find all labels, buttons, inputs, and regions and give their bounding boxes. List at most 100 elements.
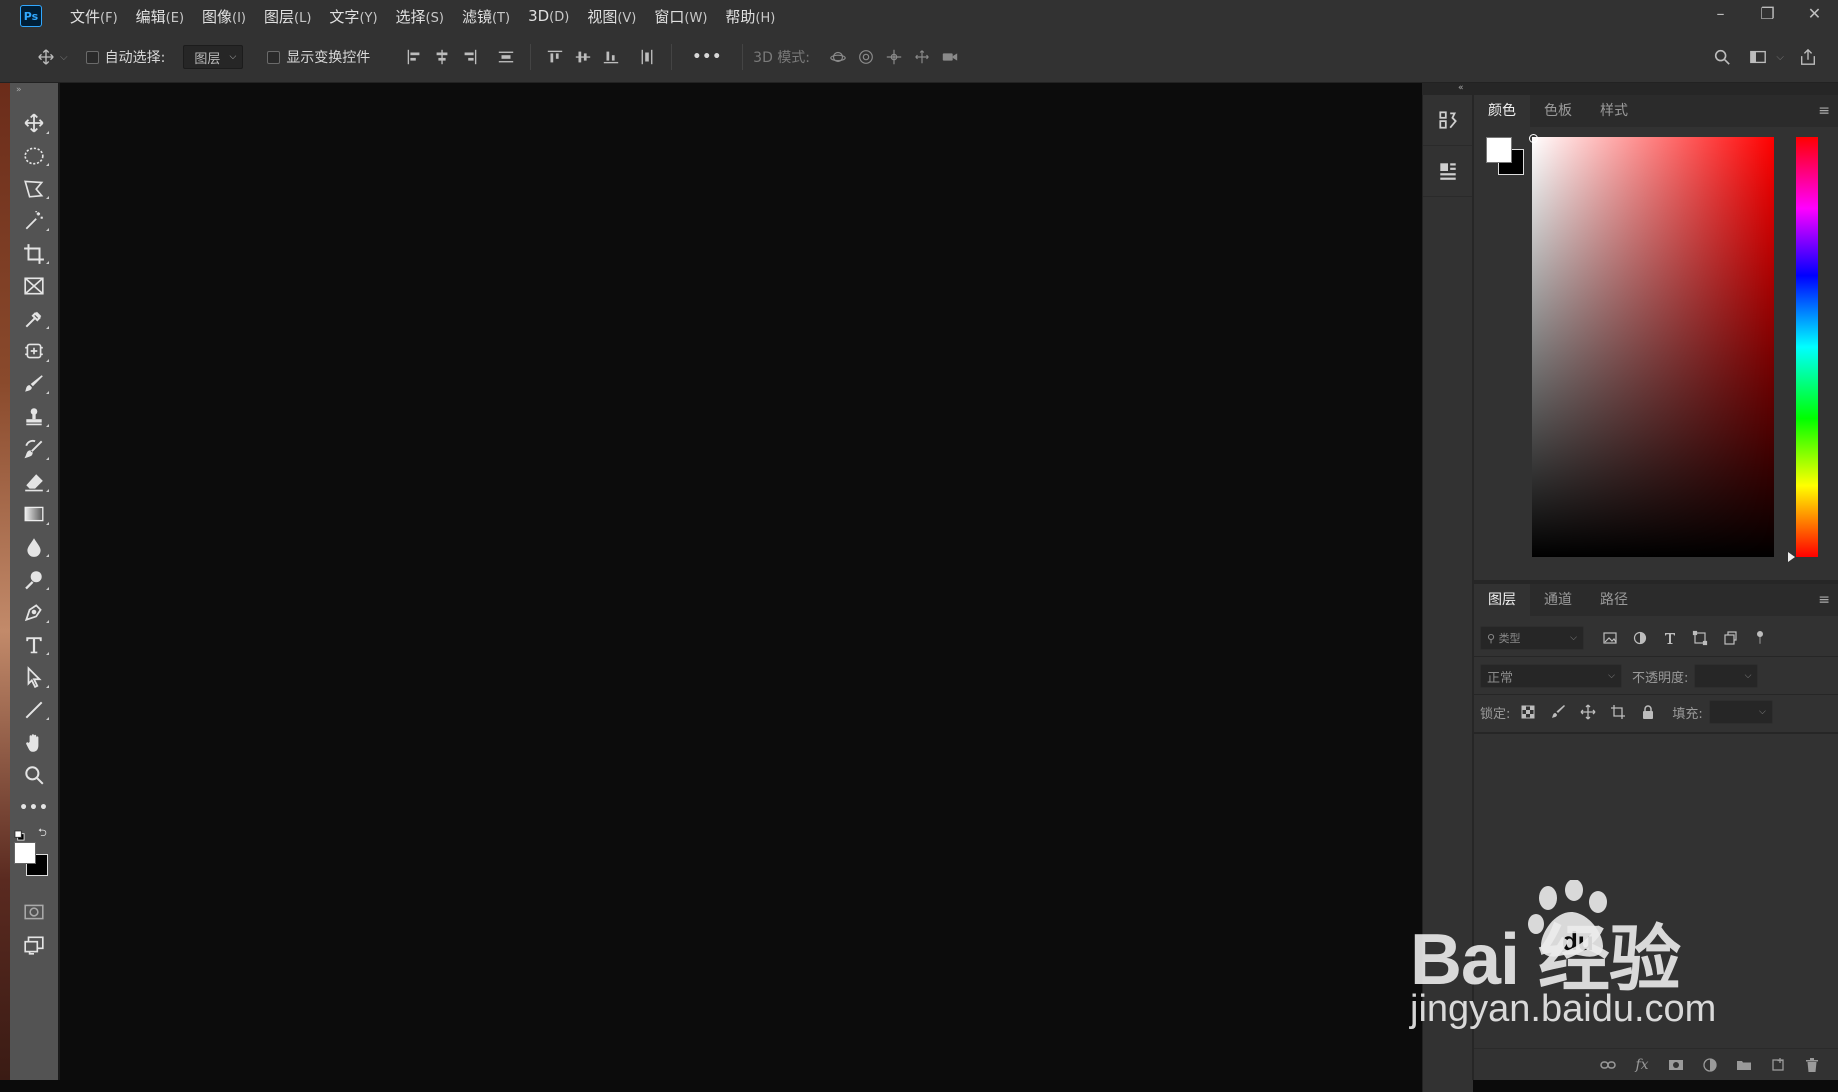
menu-filter[interactable]: 滤镜(T) (462, 6, 510, 27)
restore-button[interactable]: ❐ (1744, 0, 1791, 26)
preset-dropdown-chevron-icon[interactable]: ⌵ (60, 52, 68, 63)
3d-pan-icon[interactable] (880, 43, 908, 71)
clone-stamp-tool-icon[interactable] (10, 400, 58, 433)
align-right-icon[interactable] (456, 43, 484, 71)
more-options-icon[interactable]: ••• (692, 49, 722, 65)
filter-adjustment-icon[interactable] (1628, 626, 1652, 650)
menu-layer[interactable]: 图层(L) (264, 6, 311, 27)
menu-image[interactable]: 图像(I) (202, 6, 246, 27)
eyedropper-tool-icon[interactable] (10, 303, 58, 336)
properties-panel-icon[interactable] (1423, 146, 1473, 197)
menu-select[interactable]: 选择(S) (396, 6, 444, 27)
align-top-icon[interactable] (541, 43, 569, 71)
quick-mask-icon[interactable] (10, 896, 58, 929)
line-tool-icon[interactable] (10, 694, 58, 727)
tab-color[interactable]: 颜色 (1474, 95, 1530, 127)
color-picker-marker[interactable] (1529, 134, 1538, 143)
hand-tool-icon[interactable] (10, 726, 58, 759)
search-icon[interactable] (1708, 43, 1736, 71)
lock-position-icon[interactable] (1576, 700, 1600, 724)
magic-wand-tool-icon[interactable] (10, 205, 58, 238)
menu-edit[interactable]: 编辑(E) (136, 6, 184, 27)
filter-toggle-icon[interactable] (1748, 626, 1772, 650)
collapse-dock-icon[interactable]: « (1458, 83, 1464, 93)
saturation-brightness-field[interactable] (1529, 134, 1774, 557)
swap-colors-icon[interactable]: ⮌ (38, 824, 47, 843)
polygonal-lasso-tool-icon[interactable] (10, 172, 58, 205)
distribute-vertical-icon[interactable] (492, 43, 520, 71)
move-tool-icon[interactable] (10, 107, 58, 140)
edit-toolbar-icon[interactable]: ••• (10, 791, 58, 824)
auto-select-checkbox[interactable] (85, 50, 99, 64)
history-brush-tool-icon[interactable] (10, 433, 58, 466)
tab-channels[interactable]: 通道 (1530, 584, 1586, 616)
menu-view[interactable]: 视图(V) (587, 6, 636, 27)
show-transform-checkbox[interactable] (267, 50, 281, 64)
align-horizontal-center-icon[interactable] (428, 43, 456, 71)
crop-tool-icon[interactable] (10, 237, 58, 270)
menu-3d[interactable]: 3D(D) (528, 7, 569, 25)
3d-slide-icon[interactable] (908, 43, 936, 71)
auto-select-dropdown[interactable]: 图层 ⌵ (183, 45, 244, 69)
type-tool-icon[interactable] (10, 629, 58, 662)
move-tool-preset-icon[interactable] (32, 43, 60, 71)
blur-tool-icon[interactable] (10, 531, 58, 564)
history-panel-icon[interactable] (1423, 95, 1473, 146)
share-icon[interactable] (1794, 43, 1822, 71)
align-vertical-center-icon[interactable] (569, 43, 597, 71)
add-mask-icon[interactable] (1664, 1053, 1688, 1077)
new-group-icon[interactable] (1732, 1053, 1756, 1077)
panel-menu-icon[interactable]: ≡ (1818, 592, 1830, 608)
healing-brush-tool-icon[interactable] (10, 335, 58, 368)
document-canvas-area[interactable] (58, 83, 1424, 1080)
dodge-tool-icon[interactable] (10, 563, 58, 596)
panel-foreground-swatch[interactable] (1486, 137, 1512, 163)
layer-filter-dropdown[interactable]: ⚲ 类型 ⌵ (1480, 626, 1584, 650)
lock-transparent-pixels-icon[interactable] (1516, 700, 1540, 724)
foreground-color-swatch[interactable] (14, 842, 36, 865)
filter-pixel-icon[interactable] (1598, 626, 1622, 650)
default-colors-icon[interactable] (14, 826, 25, 841)
new-layer-icon[interactable] (1766, 1053, 1790, 1077)
filter-shape-icon[interactable] (1688, 626, 1712, 650)
3d-orbit-icon[interactable] (824, 43, 852, 71)
hue-slider[interactable] (1796, 137, 1818, 557)
menu-window[interactable]: 窗口(W) (654, 6, 707, 27)
menu-file[interactable]: 文件(F) (70, 6, 118, 27)
workspace-icon[interactable] (1744, 43, 1772, 71)
workspace-chevron-icon[interactable]: ⌵ (1776, 52, 1784, 63)
layer-style-fx-icon[interactable]: fx (1630, 1053, 1654, 1077)
tab-swatches[interactable]: 色板 (1530, 95, 1586, 127)
pen-tool-icon[interactable] (10, 596, 58, 629)
tab-paths[interactable]: 路径 (1586, 584, 1642, 616)
hue-slider-handle[interactable] (1788, 552, 1795, 562)
close-button[interactable]: ✕ (1791, 0, 1838, 26)
lock-all-icon[interactable] (1636, 700, 1660, 724)
menu-help[interactable]: 帮助(H) (725, 6, 775, 27)
collapse-toolbar-icon[interactable]: » (10, 83, 58, 97)
layers-list[interactable] (1474, 734, 1838, 1080)
blend-mode-dropdown[interactable]: 正常 ⌵ (1480, 664, 1622, 688)
lock-image-pixels-icon[interactable] (1546, 700, 1570, 724)
gradient-tool-icon[interactable] (10, 498, 58, 531)
lock-artboard-icon[interactable] (1606, 700, 1630, 724)
align-bottom-icon[interactable] (597, 43, 625, 71)
screen-mode-icon[interactable] (10, 929, 58, 962)
filter-smart-object-icon[interactable] (1718, 626, 1742, 650)
3d-camera-icon[interactable] (936, 43, 964, 71)
fill-input[interactable]: ⌵ (1708, 700, 1773, 724)
menu-type[interactable]: 文字(Y) (329, 6, 377, 27)
delete-layer-icon[interactable] (1800, 1053, 1824, 1077)
filter-type-icon[interactable] (1658, 626, 1682, 650)
3d-roll-icon[interactable] (852, 43, 880, 71)
panel-menu-icon[interactable]: ≡ (1818, 103, 1830, 119)
tab-layers[interactable]: 图层 (1474, 584, 1530, 616)
new-adjustment-layer-icon[interactable] (1698, 1053, 1722, 1077)
frame-tool-icon[interactable] (10, 270, 58, 303)
elliptical-marquee-tool-icon[interactable] (10, 140, 58, 173)
align-left-icon[interactable] (400, 43, 428, 71)
tab-styles[interactable]: 样式 (1586, 95, 1642, 127)
opacity-input[interactable]: ⌵ (1694, 664, 1759, 688)
link-layers-icon[interactable] (1596, 1053, 1620, 1077)
eraser-tool-icon[interactable] (10, 466, 58, 499)
